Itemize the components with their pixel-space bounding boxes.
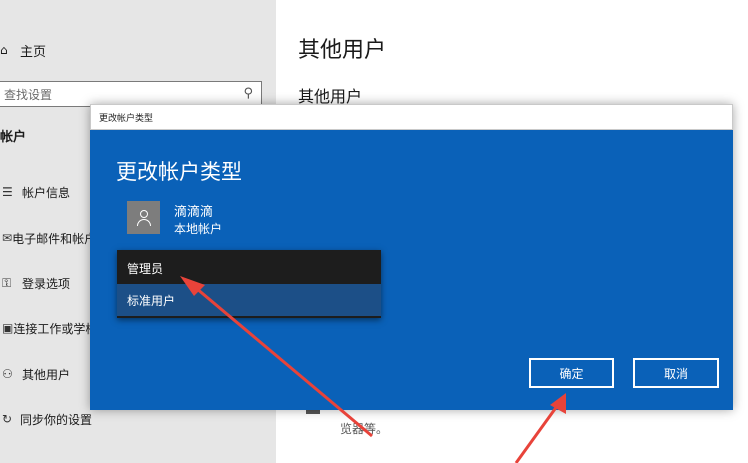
avatar bbox=[127, 201, 160, 234]
sync-icon: ↻ bbox=[2, 412, 13, 426]
user-name: 滴滴滴 bbox=[174, 205, 214, 220]
people-icon: ⚇ bbox=[2, 367, 13, 381]
sidebar-item-sync[interactable]: ↻ 同步你的设置 bbox=[0, 409, 92, 429]
dropdown-option-standard-user[interactable]: 标准用户 bbox=[117, 284, 381, 316]
briefcase-icon: ▣ bbox=[2, 321, 14, 335]
user-account-type: 本地帐户 bbox=[174, 222, 223, 236]
main-snippet-2: 览器等。 bbox=[340, 422, 389, 436]
sidebar-item-signin[interactable]: ⚿ 登录选项 bbox=[0, 273, 92, 293]
email-icon: ✉ bbox=[2, 231, 13, 245]
sidebar-item-label: 电子邮件和帐户 bbox=[12, 231, 92, 246]
search-icon[interactable]: ⚲ bbox=[243, 86, 253, 101]
sidebar-item-email[interactable]: ✉ 电子邮件和帐户 bbox=[0, 228, 92, 248]
sidebar-item-label: 连接工作或学校帐户 bbox=[13, 321, 92, 336]
sidebar-item-account-info[interactable]: ☰ 帐户信息 bbox=[0, 182, 92, 202]
account-type-dropdown[interactable]: 管理员 标准用户 bbox=[117, 250, 381, 318]
ok-button[interactable]: 确定 bbox=[529, 358, 614, 388]
dialog-titlebar[interactable]: 更改帐户类型 bbox=[90, 104, 733, 130]
sidebar-item-work[interactable]: ▣ 连接工作或学校帐户 bbox=[0, 318, 92, 338]
page-title: 其他用户 bbox=[298, 38, 387, 63]
account-info-icon: ☰ bbox=[2, 185, 13, 199]
sidebar-item-other-users[interactable]: ⚇ 其他用户 bbox=[0, 364, 92, 384]
change-account-type-dialog: 更改帐户类型 更改帐户类型 滴滴滴 本地帐户 管理员 标准用户 确定 取消 bbox=[90, 104, 733, 410]
search-placeholder: 查找设置 bbox=[4, 87, 53, 102]
cancel-button[interactable]: 取消 bbox=[633, 358, 719, 388]
sidebar-item-label: 登录选项 bbox=[22, 276, 71, 291]
home-icon: ⌂ bbox=[0, 43, 8, 57]
sidebar-item-label: 其他用户 bbox=[22, 367, 71, 382]
dialog-heading: 更改帐户类型 bbox=[116, 160, 242, 184]
dropdown-option-administrator[interactable]: 管理员 bbox=[117, 252, 381, 284]
section-title: 帐户 bbox=[0, 130, 27, 145]
sidebar-item-label: 同步你的设置 bbox=[19, 412, 92, 427]
nav-home-label: 主页 bbox=[20, 44, 47, 60]
nav-home[interactable]: ⌂ 主页 bbox=[0, 40, 46, 60]
sidebar-item-label: 帐户信息 bbox=[22, 185, 71, 200]
person-icon bbox=[136, 209, 151, 226]
key-icon: ⚿ bbox=[2, 275, 12, 290]
